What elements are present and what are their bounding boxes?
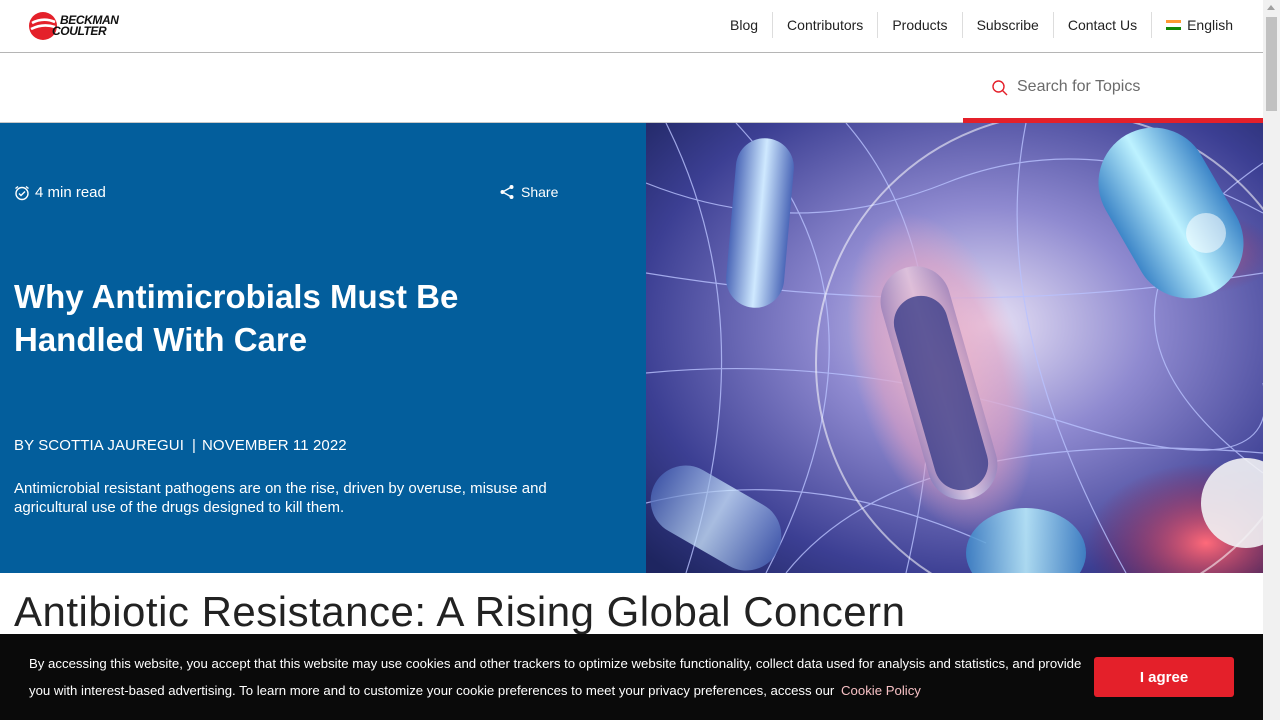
- nav-contact-us[interactable]: Contact Us: [1054, 12, 1153, 38]
- search-bar-row: [0, 53, 1263, 123]
- main-nav: Blog Contributors Products Subscribe Con…: [716, 12, 1247, 38]
- bacteria-illustration: [646, 123, 1263, 573]
- hero-panel: 4 min read Share Why Antimicrobials Must…: [0, 123, 646, 573]
- page-scrollbar[interactable]: [1263, 0, 1280, 720]
- cookie-message: By accessing this website, you accept th…: [29, 650, 1089, 704]
- cookie-consent-banner: By accessing this website, you accept th…: [0, 634, 1263, 720]
- nav-contributors[interactable]: Contributors: [773, 12, 879, 38]
- agree-button[interactable]: I agree: [1094, 657, 1234, 697]
- share-label: Share: [521, 184, 559, 200]
- beckman-coulter-logo[interactable]: BECKMAN COULTER: [28, 10, 119, 42]
- logo-line-2: COULTER: [52, 24, 107, 38]
- search-input[interactable]: [1017, 73, 1247, 101]
- language-label: English: [1187, 17, 1233, 33]
- nav-products[interactable]: Products: [878, 12, 963, 38]
- read-time-label: 4 min read: [35, 184, 106, 201]
- scroll-up-arrow-icon[interactable]: [1267, 5, 1275, 10]
- hero-image-bacteria: [646, 123, 1263, 573]
- cookie-policy-link[interactable]: Cookie Policy: [841, 683, 921, 698]
- alarm-clock-icon: [15, 185, 29, 200]
- article-summary: Antimicrobial resistant pathogens are on…: [14, 480, 547, 516]
- byline-separator: |: [192, 437, 196, 454]
- article-title: Why Antimicrobials Must Be Handled With …: [14, 278, 459, 358]
- article-section-heading: Antibiotic Resistance: A Rising Global C…: [14, 588, 906, 635]
- language-selector[interactable]: English: [1152, 17, 1247, 33]
- share-button[interactable]: Share: [499, 184, 558, 200]
- cookie-message-text: By accessing this website, you accept th…: [29, 656, 1082, 698]
- author-name[interactable]: BY SCOTTIA JAUREGUI: [14, 437, 184, 454]
- byline: BY SCOTTIA JAUREGUI | NOVEMBER 11 2022: [14, 437, 347, 454]
- logo-wordmark: BECKMAN COULTER: [52, 14, 119, 37]
- search-icon[interactable]: [991, 79, 1009, 97]
- nav-blog[interactable]: Blog: [716, 12, 774, 38]
- share-icon: [500, 185, 514, 199]
- scroll-thumb[interactable]: [1266, 17, 1277, 111]
- read-time: 4 min read: [14, 184, 106, 201]
- publish-date: NOVEMBER 11 2022: [202, 437, 347, 454]
- india-flag-icon: [1166, 20, 1182, 30]
- nav-subscribe[interactable]: Subscribe: [963, 12, 1054, 38]
- search-box: [963, 53, 1263, 123]
- top-header: BECKMAN COULTER Blog Contributors Produc…: [0, 0, 1263, 53]
